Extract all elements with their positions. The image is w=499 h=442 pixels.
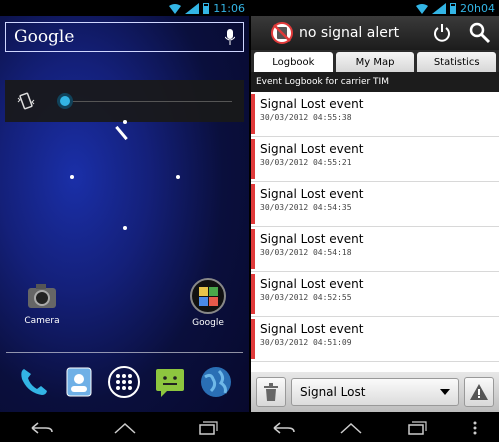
event-title: Signal Lost event	[260, 97, 364, 111]
nav-bar	[0, 412, 249, 442]
event-title: Signal Lost event	[260, 232, 364, 246]
event-date: 30/03/2012 04:55:21	[260, 158, 352, 167]
event-title: Signal Lost event	[260, 277, 364, 291]
wifi-icon	[169, 3, 182, 14]
google-folder-icon	[190, 278, 226, 314]
event-date: 30/03/2012 04:54:18	[260, 248, 352, 257]
event-date: 30/03/2012 04:52:55	[260, 293, 352, 302]
messaging-icon[interactable]	[153, 365, 187, 399]
overflow-menu-icon[interactable]	[472, 420, 478, 435]
list-item[interactable]: Signal Lost event 30/03/2012 04:54:18	[251, 227, 499, 272]
signal-icon	[185, 2, 200, 14]
event-marker	[251, 139, 255, 179]
search-label: Google	[14, 27, 75, 47]
wifi-icon	[416, 3, 429, 14]
clock-hand	[115, 125, 128, 141]
dock	[0, 364, 249, 400]
dock-divider	[6, 352, 243, 353]
status-bar: 11:06	[0, 0, 249, 16]
back-icon[interactable]	[30, 420, 54, 434]
app-logo-icon	[271, 22, 293, 44]
list-item[interactable]: Signal Lost event 30/03/2012 04:51:09	[251, 317, 499, 362]
recent-apps-icon[interactable]	[196, 420, 220, 435]
event-marker	[251, 94, 255, 134]
list-item[interactable]: Signal Lost event 30/03/2012 04:52:55	[251, 272, 499, 317]
clock-marker	[70, 175, 74, 179]
app-title: no signal alert	[299, 25, 400, 41]
status-time: 11:06	[213, 1, 245, 15]
trash-icon	[263, 383, 279, 401]
status-bar: 20h04	[251, 0, 499, 16]
home-icon[interactable]	[339, 420, 363, 434]
back-icon[interactable]	[272, 420, 296, 434]
app-bar: no signal alert	[251, 16, 499, 50]
event-title: Signal Lost event	[260, 187, 364, 201]
tab-logbook[interactable]: Logbook	[254, 52, 333, 72]
volume-track	[57, 101, 232, 102]
event-title: Signal Lost event	[260, 142, 364, 156]
vibrate-icon[interactable]	[17, 92, 35, 110]
event-date: 30/03/2012 04:55:38	[260, 113, 352, 122]
settings-search-icon[interactable]	[469, 22, 491, 44]
clock-marker	[176, 175, 180, 179]
bottom-toolbar: Signal Lost	[251, 372, 499, 412]
volume-panel	[5, 80, 244, 122]
tab-statistics[interactable]: Statistics	[417, 52, 497, 72]
clock-marker	[123, 226, 127, 230]
tab-bar: Logbook My Map Statistics	[251, 50, 499, 72]
home-icon[interactable]	[113, 420, 137, 434]
camera-icon	[26, 280, 58, 312]
event-filter-select[interactable]: Signal Lost	[291, 378, 459, 406]
nav-bar	[251, 412, 499, 442]
google-search-bar[interactable]: Google	[5, 22, 244, 52]
app-google-folder[interactable]: Google	[182, 278, 234, 328]
app-label: Google	[192, 318, 224, 328]
phone-icon[interactable]	[16, 365, 50, 399]
clock-marker	[123, 120, 127, 124]
event-marker	[251, 184, 255, 224]
delete-button[interactable]	[256, 377, 286, 407]
clock-widget	[70, 120, 180, 230]
event-marker	[251, 229, 255, 269]
browser-icon[interactable]	[199, 365, 233, 399]
contacts-icon[interactable]	[62, 365, 96, 399]
event-marker	[251, 319, 255, 359]
event-list[interactable]: Signal Lost event 30/03/2012 04:55:38 Sig…	[251, 92, 499, 372]
status-time: 20h04	[460, 1, 495, 15]
battery-icon	[450, 2, 457, 14]
app-label: Camera	[24, 316, 60, 326]
event-title: Signal Lost event	[260, 322, 364, 336]
app-drawer-icon[interactable]	[107, 365, 141, 399]
chevron-down-icon	[440, 389, 450, 395]
battery-icon	[203, 2, 210, 14]
signal-icon	[432, 2, 447, 14]
event-date: 30/03/2012 04:54:35	[260, 203, 352, 212]
app-camera[interactable]: Camera	[16, 280, 68, 326]
list-item[interactable]: Signal Lost event 30/03/2012 04:55:38	[251, 92, 499, 137]
alert-button[interactable]	[464, 377, 494, 407]
warning-icon	[470, 384, 488, 400]
event-marker	[251, 274, 255, 314]
no-signal-alert-app: 20h04 no signal alert Logbook My Map Sta…	[251, 0, 499, 442]
filter-value: Signal Lost	[300, 385, 366, 399]
list-item[interactable]: Signal Lost event 30/03/2012 04:54:35	[251, 182, 499, 227]
power-icon[interactable]	[433, 24, 451, 42]
tab-my-map[interactable]: My Map	[335, 52, 415, 72]
logbook-header: Event Logbook for carrier TIM	[251, 72, 499, 92]
list-item[interactable]: Signal Lost event 30/03/2012 04:55:21	[251, 137, 499, 182]
volume-slider[interactable]	[57, 93, 73, 109]
event-date: 30/03/2012 04:51:09	[260, 338, 352, 347]
home-screen: 11:06 Google Camera Google	[0, 0, 249, 442]
mic-icon[interactable]	[224, 29, 236, 45]
recent-apps-icon[interactable]	[405, 420, 429, 435]
